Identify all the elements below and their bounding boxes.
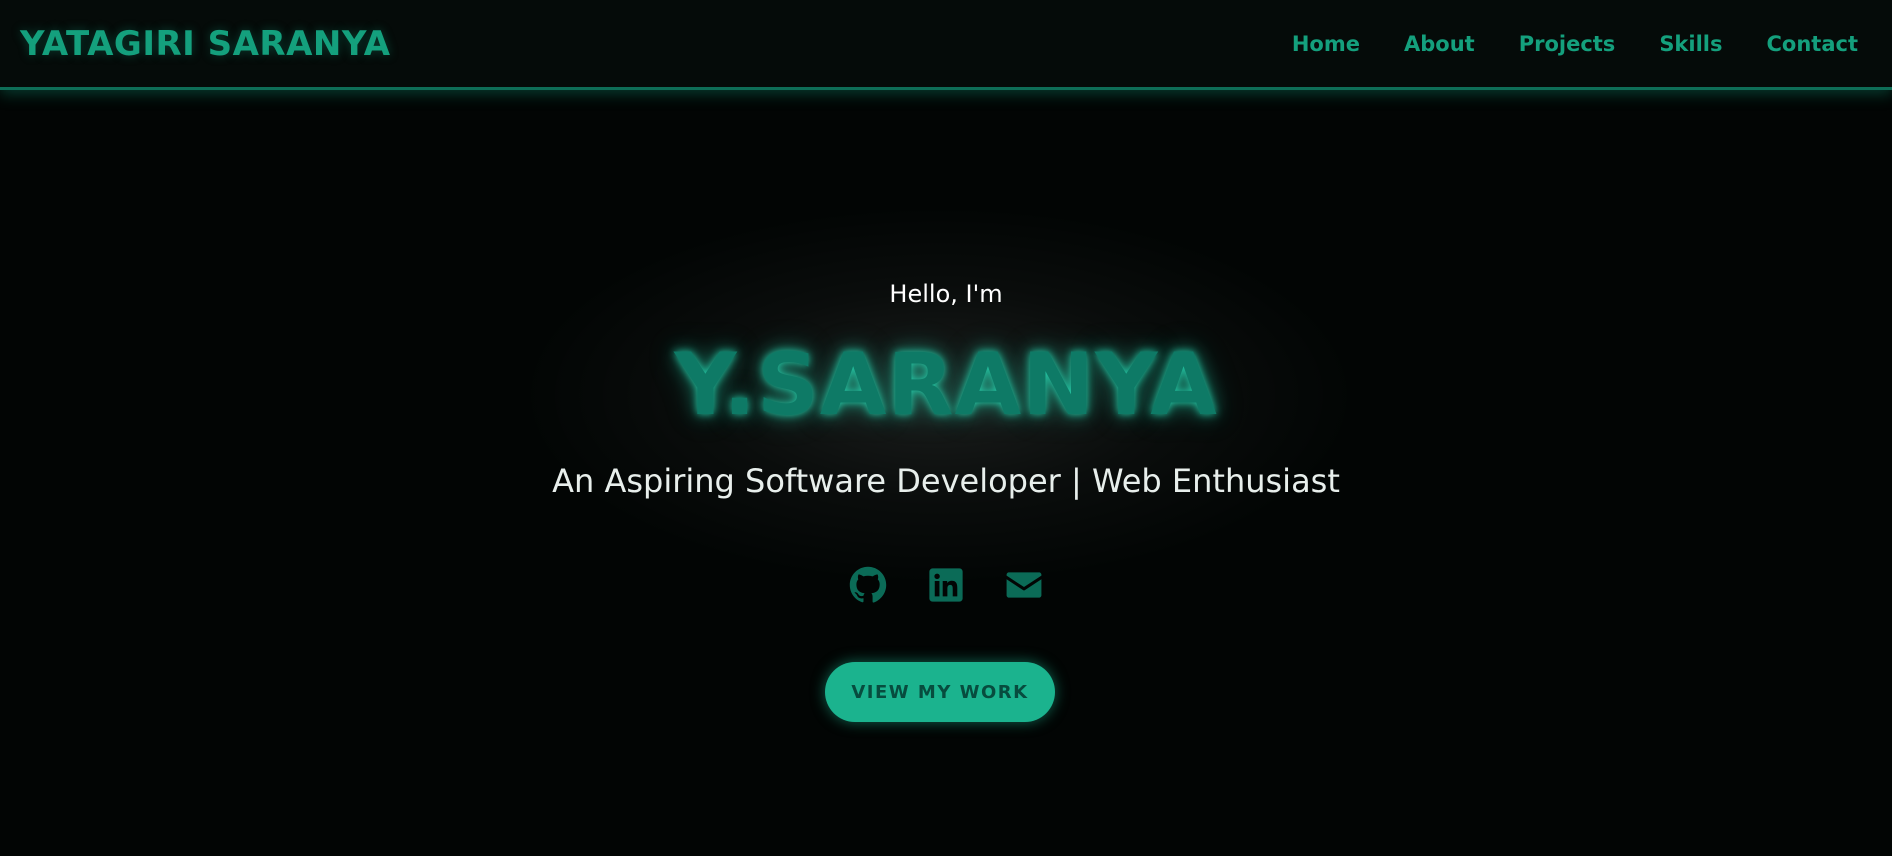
hero-tagline: An Aspiring Software Developer | Web Ent… <box>552 462 1340 500</box>
linkedin-link[interactable] <box>927 566 965 604</box>
nav-link-contact[interactable]: Contact <box>1767 32 1859 56</box>
nav-link-projects[interactable]: Projects <box>1519 32 1616 56</box>
nav-link-home[interactable]: Home <box>1292 32 1360 56</box>
hero-name: Y.SARANYA <box>674 335 1218 435</box>
github-icon <box>849 566 887 603</box>
hero-greeting: Hello, I'm <box>889 280 1003 308</box>
envelope-icon <box>1006 572 1042 598</box>
page: YATAGIRI SARANYA Home About Projects Ski… <box>0 0 1892 856</box>
nav-link-about[interactable]: About <box>1404 32 1475 56</box>
nav-links: Home About Projects Skills Contact <box>1292 32 1858 56</box>
linkedin-icon <box>929 568 963 602</box>
navbar: YATAGIRI SARANYA Home About Projects Ski… <box>0 0 1892 90</box>
email-link[interactable] <box>1005 566 1043 604</box>
github-link[interactable] <box>849 566 887 604</box>
hero-section: Hello, I'm Y.SARANYA An Aspiring Softwar… <box>0 90 1892 856</box>
site-logo[interactable]: YATAGIRI SARANYA <box>20 24 391 64</box>
view-my-work-button[interactable]: VIEW MY WORK <box>825 662 1055 722</box>
nav-link-skills[interactable]: Skills <box>1659 32 1722 56</box>
social-links <box>0 566 1892 604</box>
